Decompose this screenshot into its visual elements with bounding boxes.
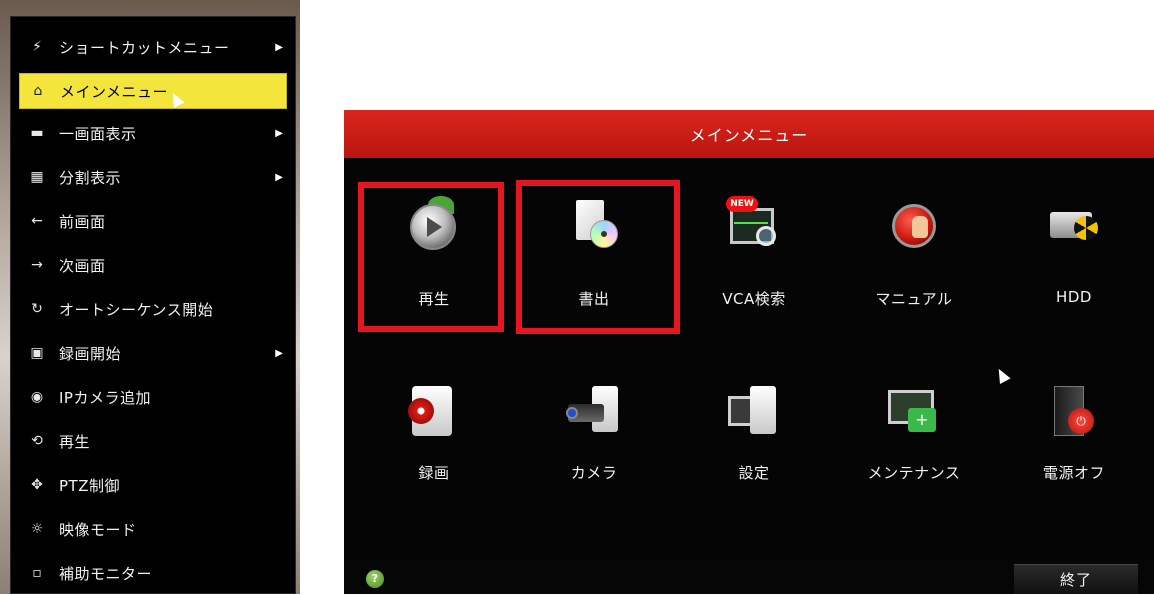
tile-vca-search[interactable]: NEW VCA検索: [674, 176, 834, 326]
camera-icon: [566, 382, 622, 438]
menu-item-auto-sequence[interactable]: ↻ オートシーケンス開始: [11, 291, 295, 327]
aux-monitor-icon: ▫: [32, 565, 42, 581]
menu-item-label: 録画開始: [59, 344, 122, 363]
record-icon: ▣: [30, 345, 44, 361]
help-icon[interactable]: ?: [366, 570, 384, 588]
tile-manual[interactable]: マニュアル: [834, 176, 994, 326]
new-badge: NEW: [726, 196, 758, 212]
chevron-right-icon: ▶: [275, 347, 283, 359]
highlight-box-playback: [358, 182, 504, 332]
menu-item-label: オートシーケンス開始: [59, 300, 214, 319]
menu-item-aux-monitor[interactable]: ▫ 補助モニター: [11, 555, 295, 591]
manual-icon: [886, 196, 942, 252]
tile-label: マニュアル: [875, 290, 953, 308]
menu-item-shortcut[interactable]: ⚡ ショートカットメニュー ▶: [11, 29, 295, 65]
footer-bar: ? 終了: [344, 554, 1154, 594]
video-mode-icon: ☼: [30, 521, 44, 537]
chevron-right-icon: ▶: [275, 41, 283, 53]
grid-icon: ▦: [30, 169, 44, 185]
menu-item-single-view[interactable]: ▬ 一画面表示 ▶: [11, 115, 295, 151]
maintenance-icon: +: [886, 382, 942, 438]
tile-camera[interactable]: カメラ: [514, 362, 674, 512]
home-icon: ⌂: [33, 83, 43, 99]
menu-item-ptz[interactable]: ✥ PTZ制御: [11, 467, 295, 503]
menu-item-label: 次画面: [59, 256, 106, 275]
menu-item-label: ショートカットメニュー: [59, 38, 230, 57]
power-off-icon: ⏻: [1046, 382, 1102, 438]
arrow-left-icon: ←: [31, 213, 43, 229]
chevron-right-icon: ▶: [275, 127, 283, 139]
highlight-box-export: [516, 180, 680, 334]
menu-item-main-menu[interactable]: ⌂ メインメニュー: [19, 73, 287, 109]
arrow-right-icon: →: [31, 257, 43, 273]
shortcut-icon: ⚡: [32, 39, 42, 55]
playback-icon: ⟲: [31, 433, 43, 449]
tile-power-off[interactable]: ⏻ 電源オフ: [994, 362, 1154, 512]
window-title: メインメニュー: [344, 110, 1154, 158]
menu-item-label: 補助モニター: [59, 564, 153, 583]
tile-label: メンテナンス: [867, 464, 961, 482]
tile-maintenance[interactable]: + メンテナンス: [834, 362, 994, 512]
menu-item-label: 一画面表示: [59, 124, 137, 143]
menu-item-next[interactable]: → 次画面: [11, 247, 295, 283]
tile-settings[interactable]: 設定: [674, 362, 834, 512]
vca-search-icon: NEW: [726, 196, 782, 252]
menu-item-video-mode[interactable]: ☼ 映像モード: [11, 511, 295, 547]
tile-label: VCA検索: [722, 290, 786, 308]
exit-button[interactable]: 終了: [1014, 564, 1138, 594]
tile-label: 設定: [738, 464, 770, 482]
tile-hdd[interactable]: HDD: [994, 176, 1154, 326]
tile-label: 電源オフ: [1042, 464, 1105, 482]
menu-item-label: IPカメラ追加: [59, 388, 151, 407]
tile-label: HDD: [1056, 288, 1092, 306]
hdd-icon: [1046, 196, 1102, 252]
chevron-right-icon: ▶: [275, 171, 283, 183]
menu-item-label: 映像モード: [59, 520, 137, 539]
menu-item-label: PTZ制御: [59, 476, 120, 495]
menu-item-label: 再生: [59, 432, 91, 451]
menu-item-label: 分割表示: [59, 168, 122, 187]
menu-item-playback[interactable]: ⟲ 再生: [11, 423, 295, 459]
menu-item-start-recording[interactable]: ▣ 録画開始 ▶: [11, 335, 295, 371]
record-icon: [406, 382, 462, 438]
ip-camera-icon: ◉: [30, 389, 44, 405]
ptz-icon: ✥: [31, 477, 43, 493]
menu-item-split-view[interactable]: ▦ 分割表示 ▶: [11, 159, 295, 195]
tile-label: カメラ: [570, 464, 618, 482]
menu-item-label: 前画面: [59, 212, 106, 231]
menu-item-add-ip-camera[interactable]: ◉ IPカメラ追加: [11, 379, 295, 415]
refresh-icon: ↻: [31, 301, 43, 317]
menu-item-label: メインメニュー: [60, 82, 169, 101]
tile-record[interactable]: 録画: [354, 362, 514, 512]
context-menu: ⚡ ショートカットメニュー ▶ ⌂ メインメニュー ▬ 一画面表示 ▶ ▦ 分割…: [10, 16, 296, 594]
tile-label: 録画: [418, 464, 450, 482]
menu-item-previous[interactable]: ← 前画面: [11, 203, 295, 239]
camera-icon: ▬: [30, 125, 44, 141]
settings-icon: [726, 382, 782, 438]
